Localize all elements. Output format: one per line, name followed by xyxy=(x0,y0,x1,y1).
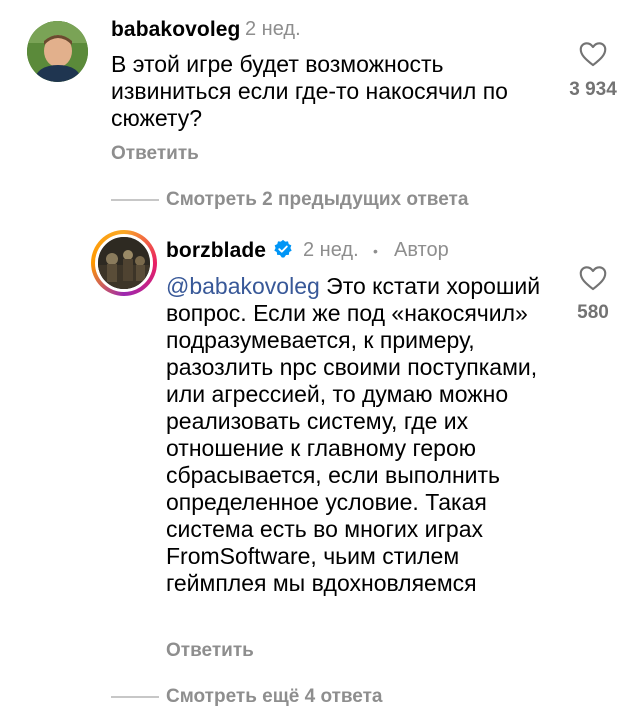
avatar[interactable] xyxy=(27,21,88,82)
replies-divider-line xyxy=(111,696,159,698)
author-badge: Автор xyxy=(394,239,449,261)
author-username[interactable]: borzblade xyxy=(166,239,266,263)
comment-body: Это кстати хороший вопрос. Если же под «… xyxy=(166,273,541,596)
reply-button[interactable]: Ответить xyxy=(111,143,199,165)
verified-badge-icon xyxy=(274,239,292,258)
author-avatar[interactable] xyxy=(95,234,153,292)
comment-username[interactable]: babakovoleg xyxy=(111,18,240,42)
comment-timestamp: 2 нед. xyxy=(303,239,359,261)
comment-text: В этой игре будет возможность извиниться… xyxy=(111,51,508,131)
separator-dot: • xyxy=(373,243,378,259)
mention-link[interactable]: @babakovoleg xyxy=(166,273,320,299)
like-count: 3 934 xyxy=(569,79,617,100)
view-previous-replies-button[interactable]: Смотреть 2 предыдущих ответа xyxy=(166,189,468,211)
like-count: 580 xyxy=(577,302,609,323)
comment-timestamp: 2 нед. xyxy=(245,18,301,40)
reply-button[interactable]: Ответить xyxy=(166,640,254,662)
comment-text: @babakovoleg Это кстати хороший вопрос. … xyxy=(166,273,546,597)
heart-outline-icon[interactable] xyxy=(579,265,607,291)
replies-divider-line xyxy=(111,199,159,201)
view-more-replies-button[interactable]: Смотреть ещё 4 ответа xyxy=(166,686,383,708)
heart-outline-icon[interactable] xyxy=(579,41,607,67)
